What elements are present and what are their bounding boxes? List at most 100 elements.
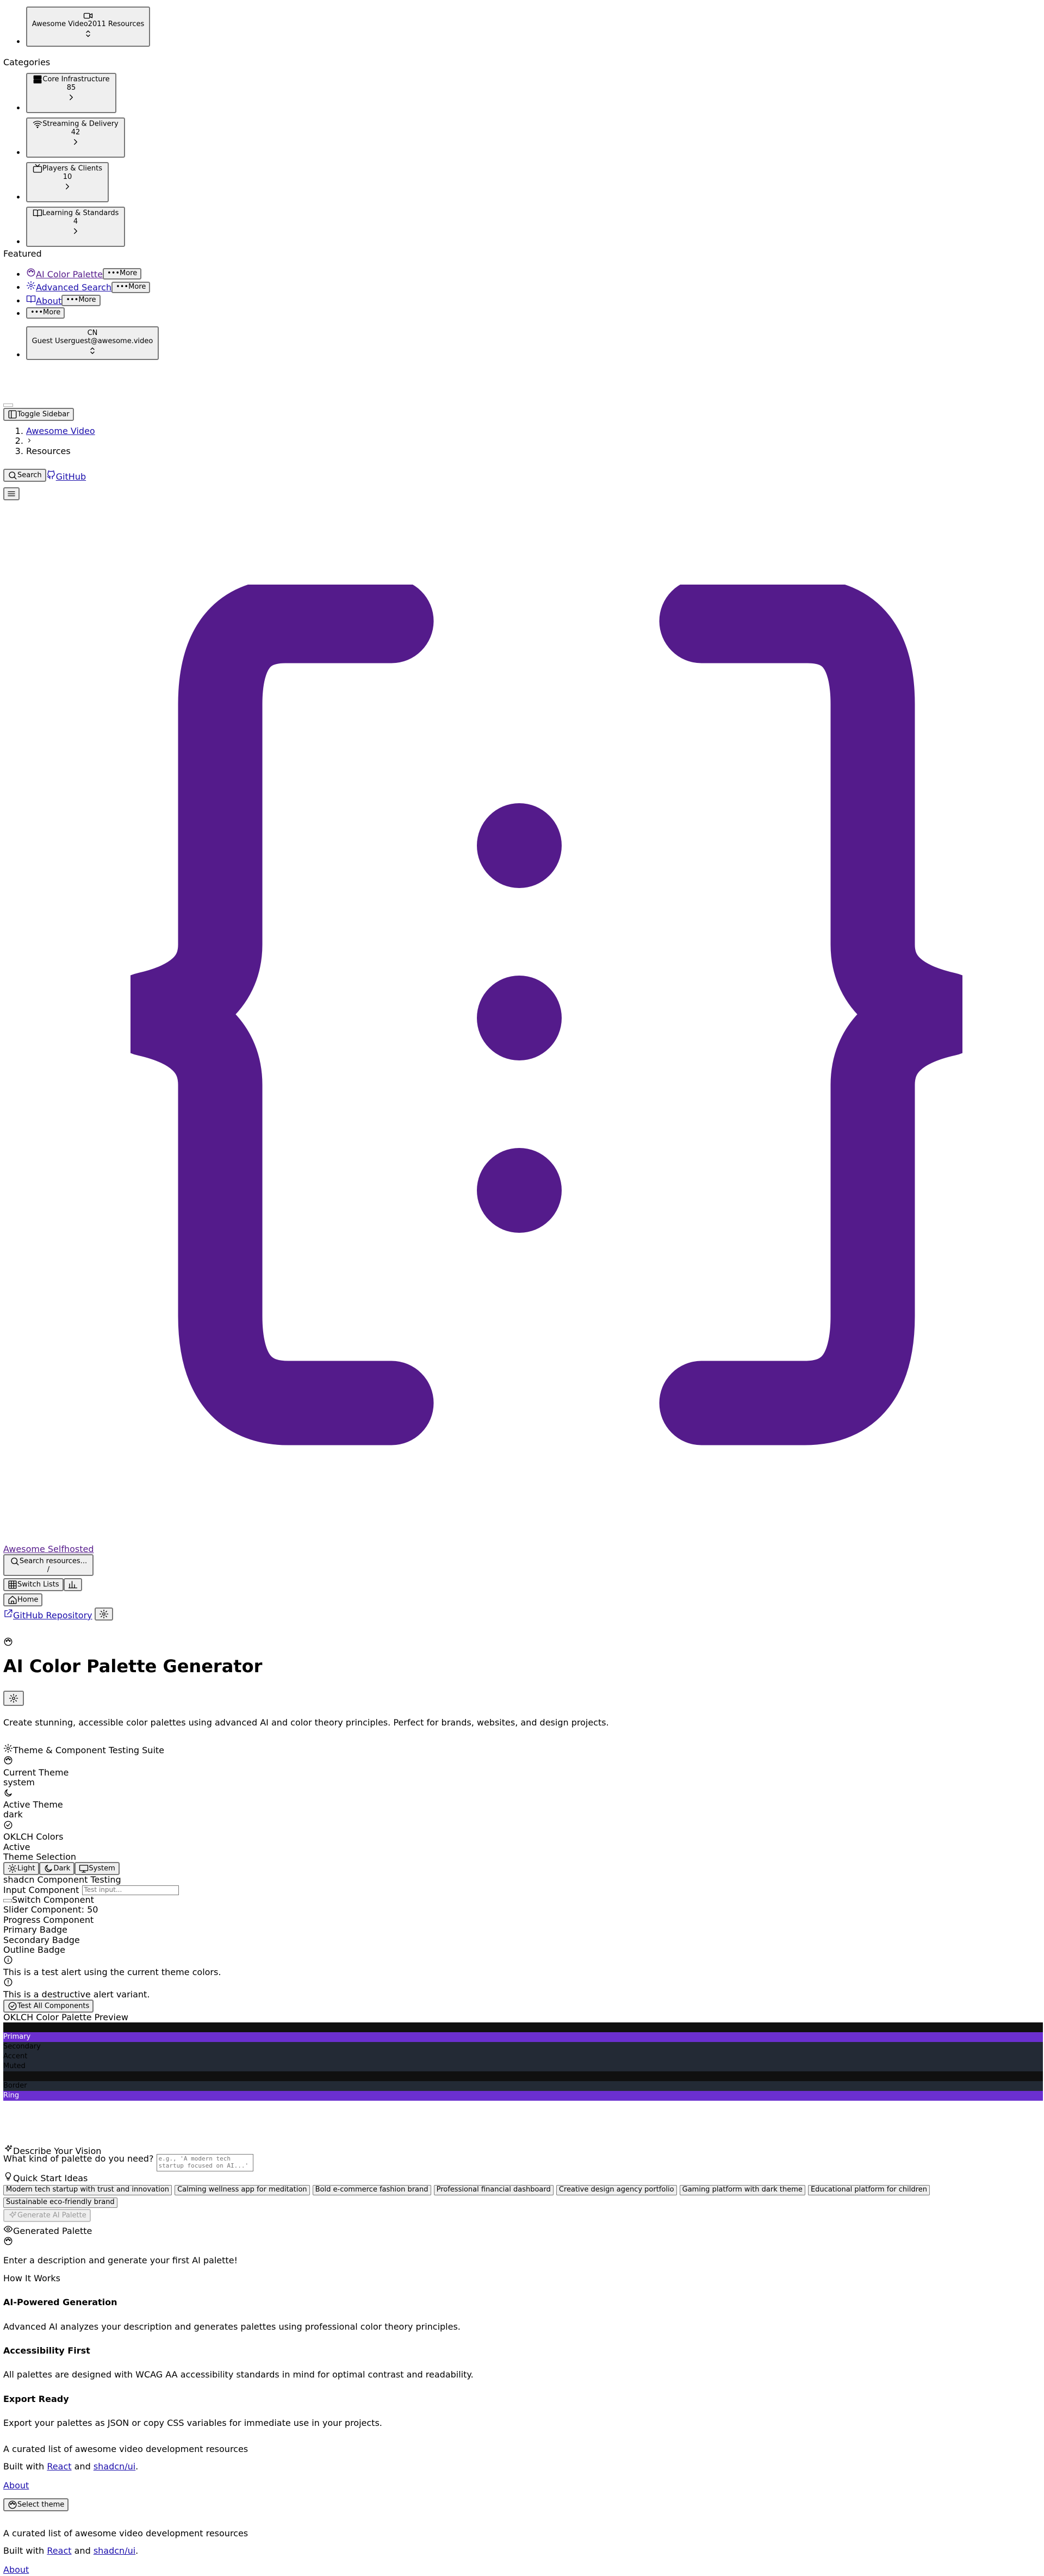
theme-dark-label: Dark: [53, 1864, 71, 1873]
destructive-alert-text: This is a destructive alert variant.: [3, 1989, 150, 2000]
theme-dark-button[interactable]: Dark: [39, 1862, 75, 1876]
sidebar-rail[interactable]: Toggle Sidebar: [3, 404, 74, 421]
monitor-icon: [79, 1865, 89, 1873]
breadcrumb-link-home[interactable]: Awesome Video: [26, 426, 95, 436]
footer-built-with: Built with React and shadcn/ui.: [3, 2462, 1036, 2472]
built-and: and: [71, 2546, 94, 2556]
team-switcher-item: Awesome Video2011 Resources: [26, 7, 150, 47]
more-label: More: [128, 282, 146, 291]
describe-section: Describe Your Vision What kind of palett…: [3, 2144, 1043, 2429]
theme-selection-label: Theme Selection: [3, 1851, 77, 1862]
description-textarea[interactable]: e.g., 'A modern tech startup focused on …: [156, 2154, 253, 2172]
info-icon: [4, 1956, 13, 1964]
category-streaming-delivery-button[interactable]: Streaming & Delivery 42: [26, 117, 125, 158]
how-item-text: Export your palettes as JSON or copy CSS…: [3, 2418, 382, 2429]
quick-start-label: Quick Start Ideas: [13, 2173, 88, 2184]
shadcn-link[interactable]: shadcn/ui: [94, 2546, 135, 2556]
settings-icon: [26, 281, 36, 290]
home-button[interactable]: Home: [3, 1593, 43, 1607]
category-players-clients-button[interactable]: Players & Clients 10: [26, 162, 109, 202]
quick-start-idea-button[interactable]: Professional financial dashboard: [433, 2184, 554, 2195]
react-link[interactable]: React: [47, 2546, 71, 2556]
category-core-infrastructure-button[interactable]: Core Infrastructure 85: [26, 73, 116, 113]
category-name: Players & Clients: [42, 164, 103, 173]
tv-icon: [33, 164, 42, 173]
quick-start-idea-button[interactable]: Gaming platform with dark theme: [679, 2184, 805, 2195]
search-icon: [11, 1557, 19, 1566]
page-settings-button[interactable]: [3, 1691, 24, 1706]
more-button[interactable]: •••More: [26, 307, 65, 319]
quick-start-idea-button[interactable]: Bold e-commerce fashion brand: [312, 2184, 431, 2195]
brand-nav: Awesome Selfhosted Search resources... / …: [3, 1544, 113, 1621]
wifi-icon: [33, 121, 42, 128]
github-repository-link[interactable]: GitHub Repository: [3, 1609, 92, 1621]
toggle-sidebar-button[interactable]: Toggle Sidebar: [3, 408, 74, 421]
panel-left-icon: [8, 410, 17, 419]
sidebar-rail-handle[interactable]: [3, 404, 13, 407]
generated-title: Generated Palette: [13, 2225, 92, 2236]
slider-component-label: Slider Component: 50: [3, 1904, 98, 1915]
breadcrumb-current: Resources: [26, 446, 95, 456]
theme-system-button[interactable]: System: [74, 1862, 120, 1876]
more-icon: •••: [66, 296, 79, 305]
quick-start-idea-button[interactable]: Educational platform for children: [807, 2184, 930, 2195]
theme-light-button[interactable]: Light: [3, 1862, 40, 1876]
oklch-preview-heading: OKLCH Color Palette Preview: [3, 2012, 128, 2022]
select-theme-button[interactable]: Select theme: [3, 2498, 69, 2512]
more-button[interactable]: •••More: [103, 268, 142, 280]
advanced-search-link[interactable]: Advanced Search: [26, 281, 111, 293]
footer-built-with: Built with React and shadcn/ui.: [3, 2546, 1036, 2556]
search-resources-button[interactable]: Search resources... /: [3, 1554, 94, 1576]
about-link[interactable]: About: [26, 295, 62, 306]
select-theme-label: Select theme: [17, 2500, 65, 2509]
server-icon: [33, 75, 42, 84]
more-label: More: [78, 296, 96, 305]
stats-button[interactable]: [63, 1578, 82, 1592]
search-icon: [9, 471, 17, 480]
home-icon: [8, 1596, 17, 1604]
menu-button[interactable]: [3, 487, 20, 500]
about-label: About: [36, 295, 62, 306]
page-description: Create stunning, accessible color palett…: [3, 1717, 609, 1728]
switch-toggle[interactable]: [3, 1898, 12, 1902]
quick-start-idea-button[interactable]: Calming wellness app for meditation: [175, 2184, 310, 2195]
team-switcher-list: Awesome Video2011 Resources: [0, 7, 150, 47]
react-link[interactable]: React: [47, 2461, 71, 2472]
github-link[interactable]: GitHub: [46, 470, 86, 482]
brand-logo-icon: [130, 585, 962, 1445]
footer-about-link[interactable]: About: [3, 2565, 29, 2575]
team-switcher-button[interactable]: Awesome Video2011 Resources: [26, 7, 150, 47]
generate-palette-button[interactable]: Generate AI Palette: [3, 2208, 91, 2222]
suite-title-row: Theme & Component Testing Suite: [3, 1743, 1043, 1755]
menu-button-wrap: [3, 487, 20, 500]
category-learning-standards-button[interactable]: Learning & Standards 4: [26, 207, 125, 247]
more-button[interactable]: •••More: [111, 281, 151, 293]
test-all-components-label: Test All Components: [17, 2002, 90, 2010]
prompt-label: What kind of palette do you need?: [3, 2153, 154, 2164]
category-item: Players & Clients 10: [26, 162, 125, 202]
settings-button[interactable]: [94, 1607, 113, 1621]
brand-link[interactable]: Awesome Selfhosted: [3, 1544, 94, 1554]
quick-start-idea-button[interactable]: Sustainable eco-friendly brand: [3, 2197, 117, 2208]
logo-dot-bottom: [477, 1148, 562, 1233]
logo-left-brace: [130, 585, 434, 1445]
switch-lists-button[interactable]: Switch Lists: [3, 1578, 64, 1592]
palette-icon: [4, 2237, 13, 2245]
oklch-label: OKLCH Colors: [3, 1832, 64, 1842]
featured-item: AI Color Palette•••More: [26, 268, 159, 280]
built-and: and: [71, 2461, 94, 2472]
more-button[interactable]: •••More: [61, 295, 101, 307]
user-menu-button[interactable]: CN Guest Userguest@awesome.video: [26, 326, 159, 361]
search-button[interactable]: Search: [3, 469, 46, 482]
quick-start-row: Quick Start Ideas: [3, 2171, 1043, 2183]
quick-start-idea-button[interactable]: Modern tech startup with trust and innov…: [3, 2184, 172, 2195]
more-icon: •••: [107, 269, 120, 278]
footer-about-link[interactable]: About: [3, 2480, 29, 2491]
search-shortcut-key: /: [47, 1566, 50, 1574]
test-input[interactable]: Test input...: [82, 1885, 179, 1896]
quick-start-idea-button[interactable]: Creative design agency portfolio: [556, 2184, 677, 2195]
test-all-components-button[interactable]: Test All Components: [3, 1999, 94, 2013]
shadcn-link[interactable]: shadcn/ui: [94, 2461, 135, 2472]
header-actions: Search GitHub: [3, 469, 86, 482]
ai-color-palette-link[interactable]: AI Color Palette: [26, 268, 103, 280]
